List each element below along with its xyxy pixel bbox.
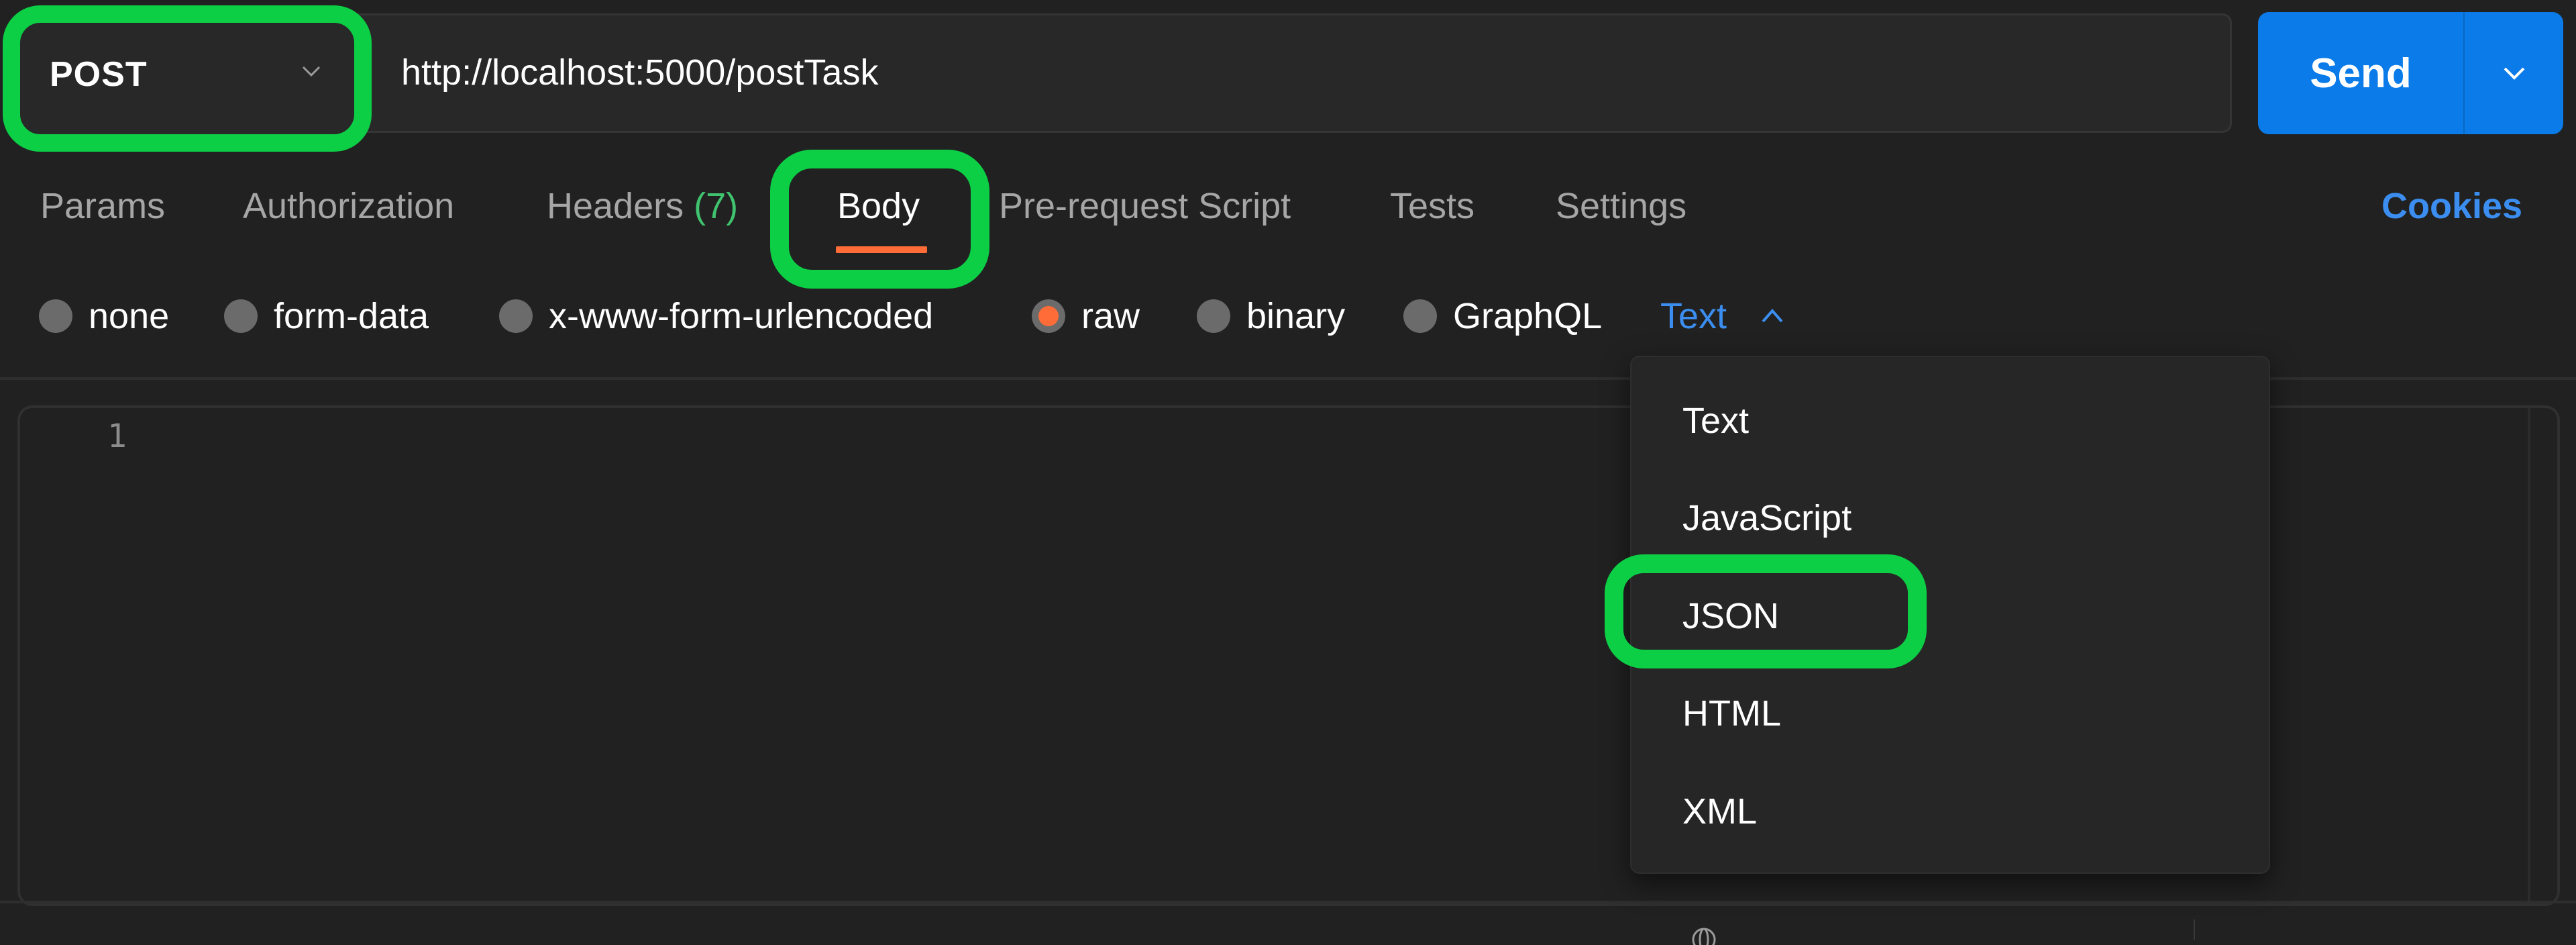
tab-tests[interactable]: Tests [1390,185,1474,227]
radio-label: binary [1246,296,1346,336]
radio-label: form-data [274,296,429,336]
raw-language-value: Text [1660,296,1727,336]
radio-none[interactable]: none [39,293,169,340]
radio-button[interactable] [1197,299,1230,333]
tab-params[interactable]: Params [40,185,165,227]
radio-button-checked[interactable] [1032,299,1065,333]
radio-label: none [89,296,170,336]
chevron-down-icon [2504,67,2524,80]
menu-item-xml[interactable]: XML [1682,791,1757,832]
send-button-group: Send [2258,12,2563,134]
radio-raw[interactable]: raw [1032,293,1140,340]
line-number: 1 [107,417,127,455]
radio-label: raw [1081,296,1140,336]
raw-language-select[interactable]: Text [1660,293,1787,340]
menu-item-html[interactable]: HTML [1682,693,1781,734]
menu-item-javascript[interactable]: JavaScript [1682,497,1851,539]
send-options-button[interactable] [2465,12,2563,134]
status-bar-separator [2194,919,2195,940]
annotation-highlight-method [3,5,372,152]
radio-x-www-form-urlencoded[interactable]: x-www-form-urlencoded [499,293,933,340]
send-button[interactable]: Send [2258,12,2463,134]
radio-label: GraphQL [1453,296,1603,336]
cookies-link[interactable]: Cookies [2381,185,2522,227]
url-text: http://localhost:5000/postTask [401,52,879,93]
tab-authorization[interactable]: Authorization [243,185,454,227]
radio-button[interactable] [39,299,72,333]
radio-graphql[interactable]: GraphQL [1403,293,1602,340]
headers-count-badge: (7) [694,186,739,226]
annotation-highlight-body-tab [770,150,989,289]
menu-item-text[interactable]: Text [1682,400,1749,442]
chevron-up-icon [1762,308,1783,323]
radio-label: x-www-form-urlencoded [549,296,934,336]
tab-settings[interactable]: Settings [1556,185,1686,227]
annotation-highlight-json-option [1605,554,1927,668]
radio-button[interactable] [1403,299,1437,333]
response-divider [0,901,2576,903]
editor-scrollbar-track[interactable] [2528,408,2530,903]
tab-headers-label: Headers [547,186,684,226]
tab-pre-request-script[interactable]: Pre-request Script [999,185,1291,227]
radio-form-data[interactable]: form-data [224,293,429,340]
radio-button[interactable] [224,299,258,333]
radio-button[interactable] [499,299,533,333]
tab-headers[interactable]: Headers (7) [547,185,738,227]
globe-icon[interactable] [1690,925,1717,945]
radio-binary[interactable]: binary [1197,293,1345,340]
url-input[interactable]: http://localhost:5000/postTask [357,13,2232,133]
